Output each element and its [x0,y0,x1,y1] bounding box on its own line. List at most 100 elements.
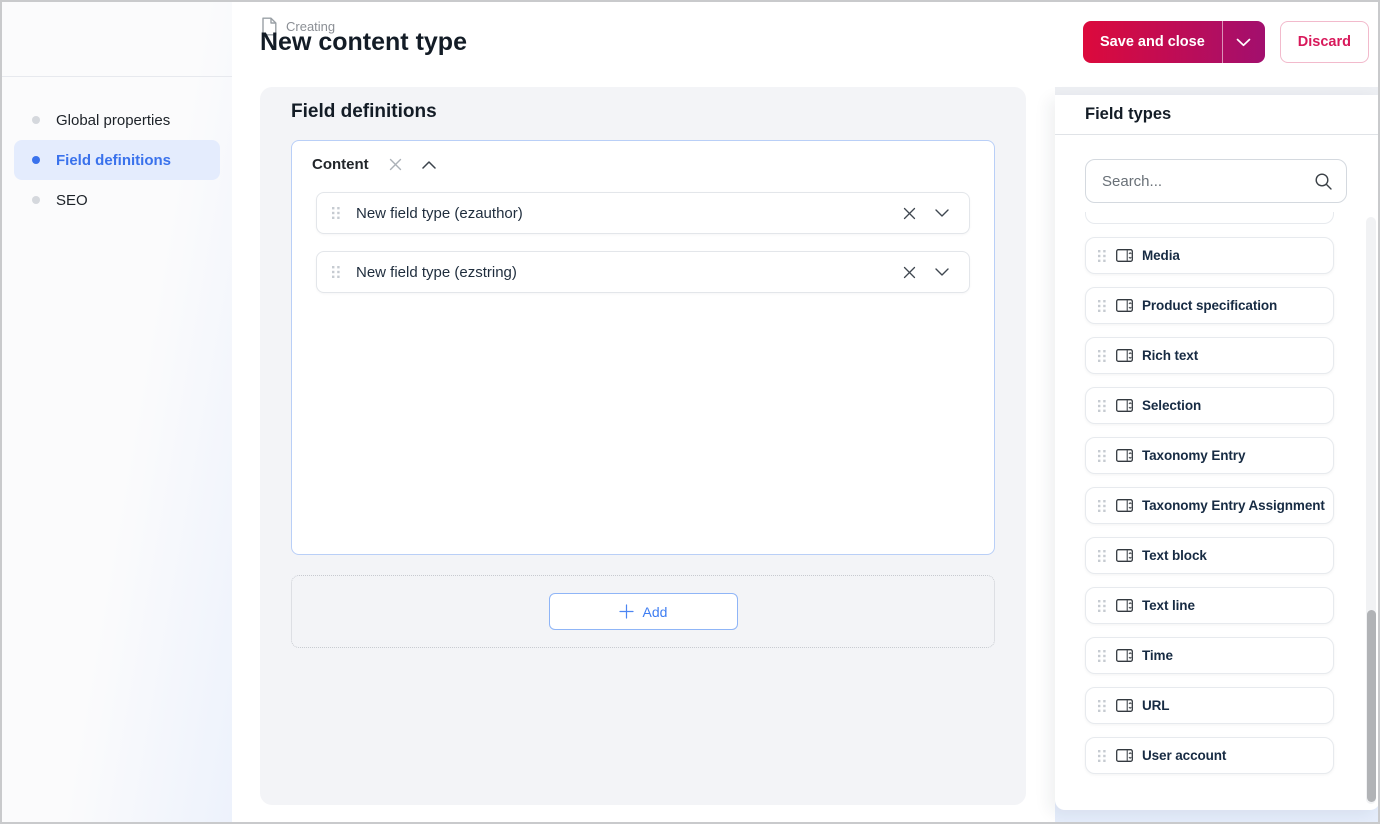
field-definition-label: New field type (ezauthor) [356,204,523,222]
remove-field-button[interactable] [903,266,916,279]
field-definitions-panel: Field definitions Content New field type… [260,87,1026,805]
field-type-icon [1116,749,1133,762]
field-type-icon [1116,249,1133,262]
field-type-icon [1116,599,1133,612]
field-type-item[interactable]: URL [1085,687,1334,724]
field-type-item[interactable]: User account [1085,737,1334,774]
drag-handle-icon[interactable] [332,207,340,219]
field-type-icon [1116,649,1133,662]
field-type-label: User account [1142,748,1227,763]
field-types-search-input[interactable] [1085,159,1347,203]
field-type-icon [1116,399,1133,412]
drag-handle-icon[interactable] [1098,399,1106,412]
field-type-icon [1116,299,1133,312]
sidebar-item-label: Global properties [56,111,171,129]
field-types-title: Field types [1085,105,1172,123]
save-and-close-button[interactable]: Save and close [1083,21,1222,63]
field-type-item[interactable]: Media [1085,237,1334,274]
drag-handle-icon[interactable] [1098,549,1106,562]
field-type-item[interactable]: Rich text [1085,337,1334,374]
field-type-item[interactable]: Selection [1085,387,1334,424]
scrollbar-track[interactable] [1366,217,1376,804]
search-icon [1314,172,1333,196]
drag-handle-icon[interactable] [1098,749,1106,762]
bullet-dot-icon [32,196,40,204]
page-header: Creating New content type Save and close… [232,2,1378,87]
field-type-icon [1116,449,1133,462]
field-type-item[interactable]: Text line [1085,587,1334,624]
field-definition-list: New field type (ezauthor) New field type… [292,188,994,293]
field-type-label: Product specification [1142,298,1278,313]
field-definition-row[interactable]: New field type (ezstring) [316,251,970,293]
collapse-group-button[interactable] [421,160,436,169]
content-field-group: Content New field type (ezauthor) New fi… [291,140,995,555]
save-options-toggle[interactable] [1221,21,1265,63]
drag-handle-icon[interactable] [1098,699,1106,712]
plus-icon [618,604,634,619]
field-type-label: Selection [1142,398,1202,413]
field-type-icon [1116,499,1133,512]
chevron-down-icon [1236,38,1251,46]
field-type-item[interactable]: Taxonomy Entry Assignment [1085,487,1334,524]
add-button-label: Add [642,603,668,620]
drag-handle-icon[interactable] [1098,499,1106,512]
field-definition-label: New field type (ezstring) [356,263,517,281]
drag-handle-icon[interactable] [332,266,340,278]
discard-button[interactable]: Discard [1279,21,1369,63]
group-title: Content [312,156,369,173]
field-type-item[interactable]: Taxonomy Entry [1085,437,1334,474]
remove-field-button[interactable] [903,207,916,220]
chevron-down-icon [935,209,949,217]
field-type-icon [1116,349,1133,362]
field-type-icon [1116,699,1133,712]
sidebar-item-label: Field definitions [56,151,171,169]
sidebar-divider [2,76,232,77]
field-type-label: Taxonomy Entry [1142,448,1246,463]
drag-handle-icon[interactable] [1098,649,1106,662]
remove-group-button[interactable] [389,158,402,171]
chevron-up-icon [421,160,436,169]
anchor-sidebar: Global properties Field definitions SEO [2,2,232,822]
close-icon [903,207,916,219]
field-type-label: Time [1142,648,1173,663]
drag-handle-icon[interactable] [1098,299,1106,312]
drag-handle-icon[interactable] [1098,449,1106,462]
field-definition-row[interactable]: New field type (ezauthor) [316,192,970,234]
field-type-item[interactable]: Text block [1085,537,1334,574]
expand-field-button[interactable] [935,209,949,217]
bullet-dot-icon [32,116,40,124]
add-field-button[interactable]: Add [548,593,738,630]
sidebar-item[interactable]: Global properties [14,100,220,140]
close-icon [389,158,401,171]
field-type-label: Taxonomy Entry Assignment [1142,498,1325,513]
field-type-item[interactable]: Time [1085,637,1334,674]
save-split-button: Save and close [1083,21,1265,63]
field-type-label: Rich text [1142,348,1199,363]
field-type-label: Text line [1142,598,1195,613]
field-type-list: Media Product specification Rich text Se… [1055,212,1378,774]
sidebar-item[interactable]: Field definitions [14,140,220,180]
field-type-icon [1116,549,1133,562]
close-icon [903,266,916,278]
field-type-label: URL [1142,698,1170,713]
field-type-label: Media [1142,248,1180,263]
clipped-field-type-card [1085,212,1334,224]
page-title: New content type [260,28,467,56]
sidebar-item[interactable]: SEO [14,180,220,220]
content-type-editor: Global properties Field definitions SEO … [0,0,1380,824]
expand-field-button[interactable] [935,268,949,276]
scrollbar-thumb[interactable] [1366,610,1376,802]
field-type-label: Text block [1142,548,1207,563]
field-types-card: Field types Search... Media Product spec… [1055,95,1378,810]
panel-heading: Field definitions [291,101,437,122]
bullet-dot-icon [32,156,40,164]
field-type-item[interactable]: Product specification [1085,287,1334,324]
section-nav: Global properties Field definitions SEO [2,100,232,220]
drag-handle-icon[interactable] [1098,249,1106,262]
field-types-sidebar: Field types Search... Media Product spec… [1055,87,1378,822]
chevron-down-icon [935,268,949,276]
drag-handle-icon[interactable] [1098,349,1106,362]
add-field-dropzone: Add [291,575,995,648]
drag-handle-icon[interactable] [1098,599,1106,612]
sidebar-item-label: SEO [56,191,88,209]
